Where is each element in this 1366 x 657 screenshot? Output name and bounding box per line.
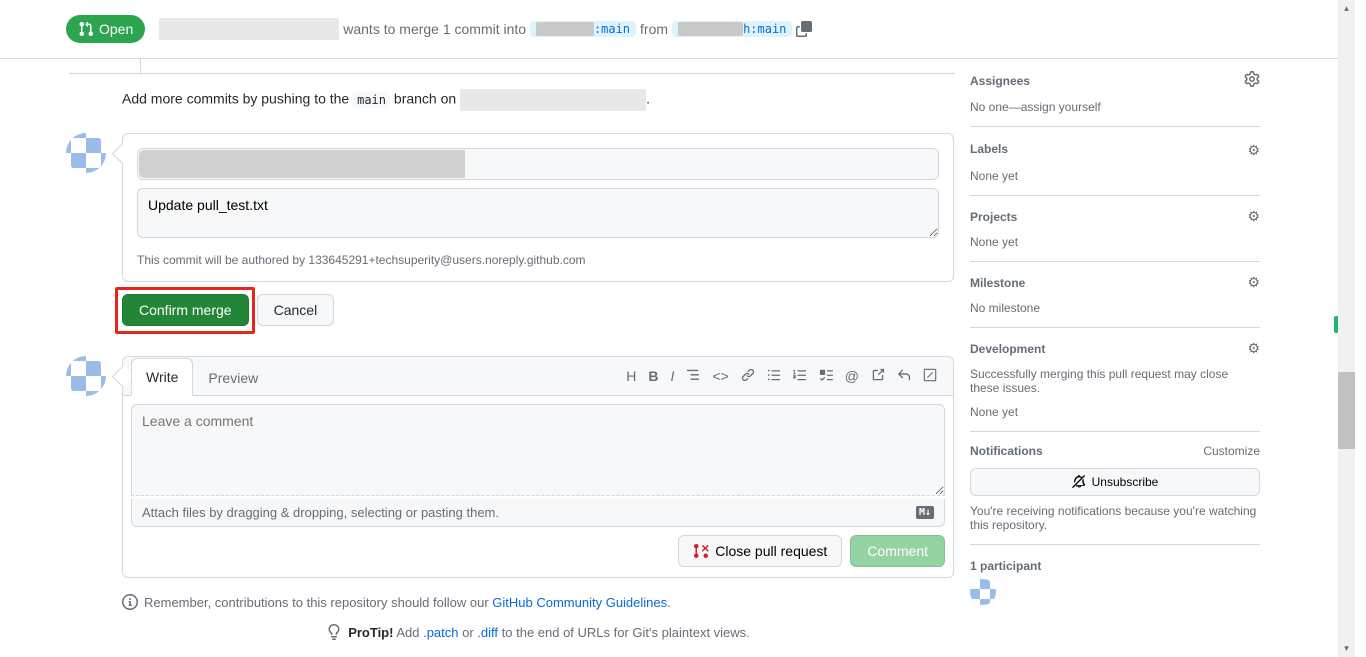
tab-write[interactable]: Write bbox=[131, 358, 193, 396]
guidelines-link[interactable]: GitHub Community Guidelines bbox=[492, 595, 667, 610]
bold-icon[interactable]: B bbox=[648, 368, 658, 385]
reference-icon[interactable] bbox=[871, 368, 885, 385]
guidelines-note: Remember, contributions to this reposito… bbox=[122, 594, 954, 610]
customize-link[interactable]: Customize bbox=[1203, 444, 1260, 458]
sidebar-projects: Projects ⚙ None yet bbox=[970, 196, 1260, 262]
merge-body-textarea[interactable]: Update pull_test.txt bbox=[137, 188, 939, 238]
lightbulb-icon bbox=[326, 624, 342, 640]
patch-link[interactable]: .patch bbox=[423, 625, 458, 640]
protip: ProTip! Add .patch or .diff to the end o… bbox=[122, 624, 954, 640]
markdown-icon[interactable]: M↓ bbox=[916, 506, 934, 519]
code-icon[interactable]: <> bbox=[712, 368, 728, 385]
unsubscribe-button[interactable]: Unsubscribe bbox=[970, 468, 1260, 496]
sidebar: Assignees No one—assign yourself Labels … bbox=[970, 59, 1276, 640]
participant-avatar[interactable] bbox=[970, 579, 996, 605]
merge-text: wants to merge 1 commit into bbox=[343, 21, 526, 37]
link-icon[interactable] bbox=[741, 368, 755, 385]
pull-request-icon bbox=[78, 21, 94, 37]
quote-icon[interactable] bbox=[686, 368, 700, 385]
gear-icon[interactable]: ⚙ bbox=[1247, 208, 1260, 225]
tab-preview[interactable]: Preview bbox=[193, 359, 273, 396]
pr-merge-description: wants to merge 1 commit into xxxxxxxx:ma… bbox=[159, 18, 1339, 40]
copy-icon[interactable] bbox=[796, 21, 812, 37]
reply-icon[interactable] bbox=[897, 368, 911, 385]
assign-yourself-link[interactable]: assign yourself bbox=[1021, 100, 1101, 114]
scroll-thumb[interactable] bbox=[1338, 372, 1355, 449]
expand-icon[interactable] bbox=[923, 368, 937, 385]
new-comment-item: Write Preview H B I <> @ bbox=[66, 356, 954, 578]
head-branch-label[interactable]: xxxxxxxxxh:main bbox=[672, 21, 792, 37]
sidebar-participants: 1 participant bbox=[970, 545, 1260, 605]
sidebar-assignees: Assignees No one—assign yourself bbox=[970, 59, 1260, 127]
closed-pr-icon bbox=[693, 543, 709, 559]
merge-message-box: Update pull_test.txt This commit will be… bbox=[122, 133, 954, 282]
mention-icon[interactable]: @ bbox=[845, 368, 859, 385]
gear-icon[interactable]: ⚙ bbox=[1247, 340, 1260, 357]
status-open-badge: Open bbox=[66, 15, 145, 43]
heading-icon[interactable]: H bbox=[626, 368, 636, 385]
attach-hint[interactable]: Attach files by dragging & dropping, sel… bbox=[131, 499, 945, 527]
scroll-down-icon[interactable]: ▾ bbox=[1338, 640, 1355, 657]
base-branch-label[interactable]: xxxxxxxx:main bbox=[530, 21, 636, 37]
merge-confirm-item: Update pull_test.txt This commit will be… bbox=[66, 133, 954, 326]
scrollbar[interactable]: ▴ ▾ bbox=[1338, 0, 1355, 657]
gear-icon[interactable]: ⚙ bbox=[1247, 274, 1260, 291]
scroll-up-icon[interactable]: ▴ bbox=[1338, 0, 1355, 17]
gear-icon[interactable]: ⚙ bbox=[1231, 139, 1260, 159]
close-pull-request-button[interactable]: Close pull request bbox=[678, 535, 842, 567]
sidebar-labels: Labels ⚙ None yet bbox=[970, 127, 1260, 196]
sidebar-milestone: Milestone ⚙ No milestone bbox=[970, 262, 1260, 328]
bell-slash-icon bbox=[1072, 475, 1086, 489]
sidebar-development: Development ⚙ Successfully merging this … bbox=[970, 328, 1260, 432]
cancel-button[interactable]: Cancel bbox=[257, 294, 335, 326]
merge-title-input[interactable] bbox=[137, 148, 939, 180]
status-label: Open bbox=[99, 21, 133, 37]
info-icon bbox=[122, 594, 138, 610]
from-text: from bbox=[640, 21, 668, 37]
commit-author-note: This commit will be authored by 13364529… bbox=[137, 253, 939, 267]
diff-link[interactable]: .diff bbox=[477, 625, 498, 640]
sidebar-notifications: Notifications Customize Unsubscribe You'… bbox=[970, 432, 1260, 545]
unordered-list-icon[interactable] bbox=[767, 368, 781, 385]
push-hint: Add more commits by pushing to the main … bbox=[122, 89, 954, 111]
gear-icon[interactable] bbox=[1244, 71, 1260, 90]
markdown-toolbar: H B I <> @ bbox=[626, 368, 945, 385]
avatar[interactable] bbox=[66, 356, 106, 396]
comment-button[interactable]: Comment bbox=[850, 535, 945, 567]
confirm-merge-button[interactable]: Confirm merge bbox=[122, 294, 249, 326]
comment-textarea[interactable] bbox=[131, 404, 945, 496]
comment-tabs: Write Preview H B I <> @ bbox=[123, 357, 953, 396]
pr-header: Open wants to merge 1 commit into xxxxxx… bbox=[0, 0, 1355, 59]
redacted-title bbox=[159, 18, 339, 40]
task-list-icon[interactable] bbox=[819, 368, 833, 385]
italic-icon[interactable]: I bbox=[671, 368, 675, 385]
ordered-list-icon[interactable] bbox=[793, 368, 807, 385]
scroll-indicator bbox=[1334, 316, 1338, 333]
avatar[interactable] bbox=[66, 133, 106, 173]
